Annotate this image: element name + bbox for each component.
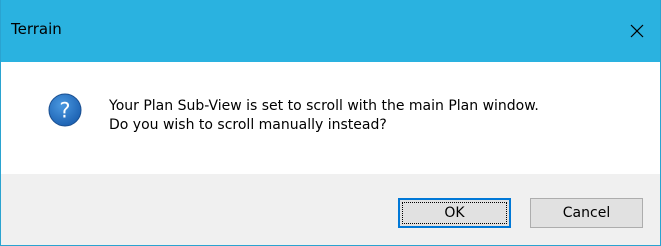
message-line-2: Do you wish to scroll manually instead? [109,117,387,133]
question-icon: ? [48,93,82,127]
message-line-1: Your Plan Sub-View is set to scroll with… [109,98,539,114]
dialog-content: ? Your Plan Sub-View is set to scroll wi… [1,62,660,174]
close-button[interactable] [614,0,660,62]
cancel-button-label: Cancel [562,205,611,221]
ok-button[interactable]: OK [398,198,511,228]
message-text: Your Plan Sub-View is set to scroll with… [109,97,539,135]
title-bar[interactable]: Terrain [1,0,660,62]
message-dialog: Terrain ? Your Plan Sub-View is set to s… [0,0,661,246]
ok-button-label: OK [444,205,465,221]
close-icon [630,24,644,38]
button-bar: OK Cancel [1,174,660,245]
cancel-button[interactable]: Cancel [530,198,643,228]
window-title: Terrain [11,20,62,38]
svg-text:?: ? [59,99,70,123]
